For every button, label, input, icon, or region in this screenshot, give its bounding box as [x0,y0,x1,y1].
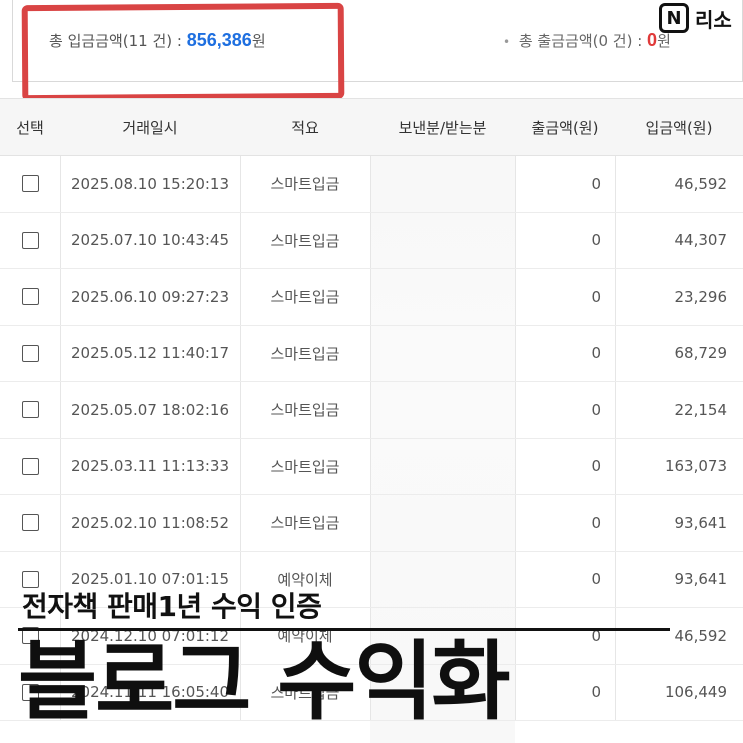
table-header: 선택 거래일시 적요 보낸분/받는분 출금액(원) 입금액(원) [0,98,743,156]
row-checkbox[interactable] [21,401,39,419]
row-select-cell [0,156,60,212]
row-deposit: 23,296 [674,287,728,306]
table-row[interactable]: 2025.02.10 11:08:52 스마트입금 0 93,641 [0,495,743,552]
brand-badge: N 리소 [659,3,732,33]
row-memo: 스마트입금 [270,175,340,194]
header-select: 선택 [16,119,44,137]
row-date: 2025.05.07 18:02:16 [70,400,230,419]
table-row[interactable]: 2025.03.11 11:13:33 스마트입금 0 163,073 [0,439,743,495]
row-withdraw: 0 [591,513,601,532]
row-deposit: 46,592 [674,174,728,193]
row-checkbox[interactable] [21,288,39,306]
header-deposit[interactable]: 입금액(원) [615,99,743,157]
row-withdraw: 0 [591,683,601,702]
row-select-cell [0,269,60,325]
withdraw-total-amount: 0 [647,30,658,50]
row-memo: 스마트입금 [270,514,340,533]
brand-logo-icon: N [659,3,689,33]
header-memo[interactable]: 적요 [240,99,370,157]
row-date: 2025.06.10 09:27:23 [70,287,230,306]
row-deposit: 44,307 [674,231,728,250]
row-date: 2025.02.10 11:08:52 [70,513,230,532]
overlay-underline [18,628,670,631]
row-deposit: 93,641 [674,513,728,532]
header-date[interactable]: 거래일시 [60,99,240,157]
row-party-redacted [370,156,515,212]
row-select-cell [0,495,60,551]
overlay-subtitle: 전자책 판매1년 수익 인증 [22,590,322,623]
overlay-title: 블로그 수익화 [18,632,511,732]
row-party-redacted [370,552,515,608]
row-party-redacted [370,439,515,495]
row-withdraw: 0 [591,174,601,193]
withdraw-total: • 총 출금금액(0 건) : 0원 [503,30,671,51]
row-withdraw: 0 [591,626,601,645]
row-withdraw: 0 [591,287,601,306]
row-checkbox[interactable] [21,514,39,532]
row-select-cell [0,439,60,495]
row-memo: 스마트입금 [270,401,340,420]
header-party[interactable]: 보낸분/받는분 [370,99,515,157]
row-date: 2025.07.10 10:43:45 [70,231,230,250]
row-select-cell [0,382,60,438]
row-checkbox[interactable] [21,175,39,193]
row-select-cell [0,213,60,269]
table-row[interactable]: 2025.05.12 11:40:17 스마트입금 0 68,729 [0,326,743,382]
row-withdraw: 0 [591,570,601,589]
row-deposit: 22,154 [674,400,728,419]
table-row[interactable]: 2025.07.10 10:43:45 스마트입금 0 44,307 [0,213,743,269]
header-withdraw[interactable]: 출금액(원) [515,99,615,157]
brand-name: 리소 [695,7,732,32]
row-date: 2025.05.12 11:40:17 [70,344,230,363]
table-row[interactable]: 2025.08.10 15:20:13 스마트입금 0 46,592 [0,156,743,213]
bullet-icon: • [503,35,511,49]
row-withdraw: 0 [591,344,601,363]
row-checkbox[interactable] [21,457,39,475]
row-date: 2025.03.11 11:13:33 [70,457,230,476]
table-row[interactable]: 2025.06.10 09:27:23 스마트입금 0 23,296 [0,269,743,326]
row-party-redacted [370,269,515,325]
row-memo: 스마트입금 [270,288,340,307]
row-deposit: 68,729 [674,344,728,363]
row-memo: 스마트입금 [270,231,340,250]
row-deposit: 93,641 [674,570,728,589]
row-withdraw: 0 [591,231,601,250]
table-row[interactable]: 2025.05.07 18:02:16 스마트입금 0 22,154 [0,382,743,439]
row-checkbox[interactable] [21,344,39,362]
row-memo: 스마트입금 [270,457,340,476]
row-party-redacted [370,213,515,269]
row-select-cell [0,326,60,382]
withdraw-total-unit: 원 [657,32,671,50]
row-checkbox[interactable] [21,231,39,249]
row-deposit: 106,449 [664,683,727,702]
highlight-mark [21,2,345,102]
row-withdraw: 0 [591,457,601,476]
row-deposit: 163,073 [664,457,727,476]
row-withdraw: 0 [591,400,601,419]
row-party-redacted [370,382,515,438]
withdraw-total-label: 총 출금금액(0 건) : [518,32,643,50]
row-party-redacted [370,495,515,551]
row-memo: 스마트입금 [270,344,340,363]
row-party-redacted [370,326,515,382]
row-deposit: 46,592 [674,626,728,645]
row-date: 2025.08.10 15:20:13 [70,174,230,193]
